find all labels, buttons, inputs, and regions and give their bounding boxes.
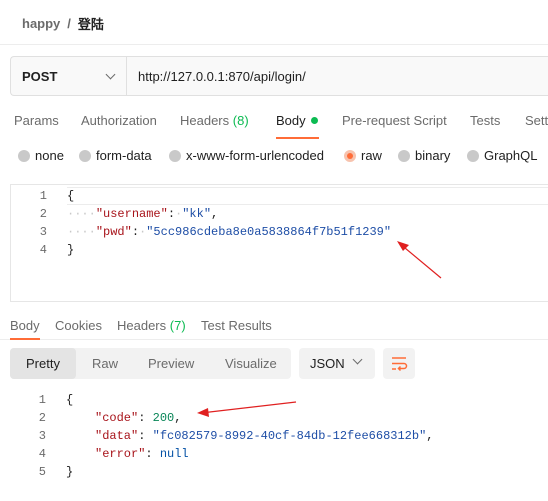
radio-raw-label: raw bbox=[361, 148, 382, 163]
radio-binary[interactable]: binary bbox=[398, 148, 450, 163]
radio-raw[interactable]: raw bbox=[344, 148, 382, 163]
response-format-select[interactable]: JSON bbox=[299, 348, 375, 379]
response-tabs: Body Cookies Headers (7) Test Results bbox=[0, 316, 548, 336]
code-line: } bbox=[67, 241, 74, 259]
page-title[interactable]: 登陆 bbox=[78, 14, 104, 33]
json-key-error: "error" bbox=[95, 447, 146, 461]
response-tab-test-results[interactable]: Test Results bbox=[201, 318, 272, 333]
response-tab-cookies[interactable]: Cookies bbox=[55, 318, 102, 333]
header-divider bbox=[0, 44, 548, 45]
chevron-down-icon bbox=[105, 69, 116, 79]
breadcrumb-separator: / bbox=[67, 15, 71, 31]
code-line: ····"username":·"kk", bbox=[67, 207, 219, 221]
json-key-username: "username" bbox=[95, 207, 168, 221]
code-line: } bbox=[66, 463, 73, 481]
tab-params[interactable]: Params bbox=[14, 113, 59, 128]
response-tabs-divider bbox=[0, 339, 548, 340]
code-line: { bbox=[66, 391, 73, 409]
body-indicator-dot bbox=[310, 117, 318, 124]
active-tab-underline bbox=[276, 137, 319, 139]
view-preview-button[interactable]: Preview bbox=[148, 356, 194, 371]
tab-prerequest-script[interactable]: Pre-request Script bbox=[342, 113, 447, 128]
view-visualize-button[interactable]: Visualize bbox=[225, 356, 277, 371]
active-line-highlight bbox=[67, 187, 548, 205]
url-input[interactable] bbox=[127, 57, 548, 95]
tab-settings[interactable]: Setti bbox=[525, 113, 548, 128]
tab-tests[interactable]: Tests bbox=[470, 113, 500, 128]
json-value-error: null bbox=[159, 447, 189, 461]
json-key-data: "data" bbox=[95, 429, 139, 443]
radio-graphql-label: GraphQL bbox=[484, 148, 538, 163]
line-number: 1 bbox=[39, 189, 47, 203]
code-line: "error": null bbox=[95, 447, 189, 461]
radio-form-data[interactable]: form-data bbox=[79, 148, 152, 163]
code-line: ····"pwd":·"5cc986cdeba8e0a5838864f7b51f… bbox=[67, 225, 392, 239]
format-label: JSON bbox=[310, 356, 345, 371]
radio-urlencoded-label: x-www-form-urlencoded bbox=[186, 148, 324, 163]
line-number: 5 bbox=[38, 465, 46, 479]
code-line: "code": 200, bbox=[95, 411, 182, 425]
json-value-pwd: "5cc986cdeba8e0a5838864f7b51f1239" bbox=[146, 225, 392, 239]
response-tab-body[interactable]: Body bbox=[10, 318, 40, 333]
json-key-pwd: "pwd" bbox=[95, 225, 132, 239]
radio-graphql-circle[interactable] bbox=[467, 149, 479, 162]
radio-binary-label: binary bbox=[415, 148, 451, 163]
line-number: 2 bbox=[39, 207, 47, 221]
tab-body[interactable]: Body bbox=[276, 113, 318, 128]
view-raw-button[interactable]: Raw bbox=[92, 356, 118, 371]
json-value-data: "fc082579-8992-40cf-84db-12fee668312b" bbox=[152, 429, 427, 443]
response-tab-headers-label: Headers bbox=[117, 318, 167, 333]
radio-form-data-circle[interactable] bbox=[79, 149, 91, 162]
line-number: 3 bbox=[38, 429, 46, 443]
open-brace: { bbox=[67, 189, 75, 203]
annotation-arrow-code bbox=[197, 401, 297, 417]
response-tab-headers[interactable]: Headers (7) bbox=[117, 318, 186, 333]
json-value-code: 200 bbox=[152, 411, 175, 425]
response-view-toggle: Pretty Raw Preview Visualize bbox=[10, 348, 291, 379]
radio-binary-circle[interactable] bbox=[398, 149, 410, 162]
code-line: { bbox=[67, 187, 74, 205]
json-value-username: "kk" bbox=[182, 207, 212, 221]
line-number: 1 bbox=[38, 393, 46, 407]
radio-form-data-label: form-data bbox=[96, 148, 152, 163]
tab-authorization[interactable]: Authorization bbox=[81, 113, 157, 128]
radio-urlencoded-circle[interactable] bbox=[169, 149, 181, 162]
wrap-lines-icon bbox=[392, 357, 408, 372]
radio-none-label: none bbox=[35, 148, 64, 163]
radio-urlencoded[interactable]: x-www-form-urlencoded bbox=[169, 148, 324, 163]
breadcrumb-workspace[interactable]: happy bbox=[22, 16, 60, 31]
method-label: POST bbox=[22, 68, 58, 84]
breadcrumb: happy / 登陆 bbox=[22, 14, 104, 32]
code-line: "data": "fc082579-8992-40cf-84db-12fee66… bbox=[95, 429, 434, 443]
view-pretty-button[interactable]: Pretty bbox=[26, 356, 60, 371]
headers-count: (8) bbox=[232, 113, 249, 128]
body-type-options: none form-data x-www-form-urlencoded raw… bbox=[0, 147, 548, 165]
line-number: 2 bbox=[38, 411, 46, 425]
radio-raw-circle[interactable] bbox=[344, 149, 356, 162]
response-headers-count: (7) bbox=[169, 318, 186, 333]
response-active-tab-underline bbox=[10, 338, 40, 340]
radio-graphql[interactable]: GraphQL bbox=[467, 148, 537, 163]
radio-none-circle[interactable] bbox=[18, 149, 30, 162]
request-url-bar: POST bbox=[10, 56, 548, 96]
tab-headers-label: Headers bbox=[180, 113, 230, 128]
tab-headers[interactable]: Headers (8) bbox=[180, 113, 249, 128]
chevron-down-icon bbox=[352, 354, 363, 365]
close-brace: } bbox=[66, 465, 74, 479]
request-tabs: Params Authorization Headers (8) Body Pr… bbox=[0, 111, 548, 133]
line-number: 4 bbox=[38, 447, 46, 461]
wrap-lines-button[interactable] bbox=[383, 348, 415, 379]
json-key-code: "code" bbox=[95, 411, 139, 425]
radio-none[interactable]: none bbox=[18, 148, 64, 163]
request-body-editor[interactable]: 1 2 3 4 { ····"username":·"kk", ····"pwd… bbox=[10, 184, 548, 302]
line-number: 4 bbox=[39, 243, 47, 257]
tab-body-label: Body bbox=[276, 113, 306, 128]
open-brace: { bbox=[66, 393, 74, 407]
line-number: 3 bbox=[39, 225, 47, 239]
close-brace: } bbox=[67, 243, 75, 257]
method-select[interactable]: POST bbox=[11, 57, 127, 95]
